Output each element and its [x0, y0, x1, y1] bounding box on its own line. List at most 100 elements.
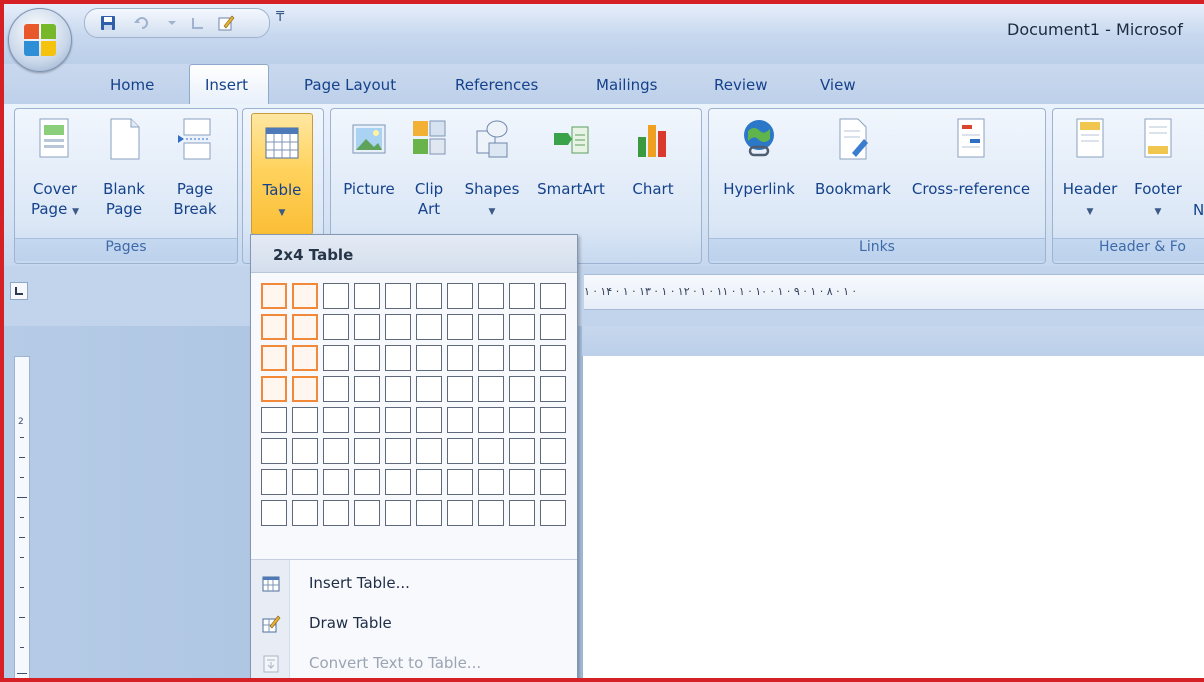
- tab-page-layout[interactable]: Page Layout: [304, 76, 396, 94]
- table-grid-cell[interactable]: [509, 283, 535, 309]
- table-grid-cell[interactable]: [478, 376, 504, 402]
- table-grid-cell[interactable]: [323, 345, 349, 371]
- table-grid-cell[interactable]: [447, 469, 473, 495]
- table-grid-cell[interactable]: [447, 376, 473, 402]
- blank-page-button[interactable]: Blank Page: [89, 109, 159, 237]
- table-grid-cell[interactable]: [447, 500, 473, 526]
- save-icon[interactable]: [99, 14, 117, 32]
- table-grid-cell[interactable]: [323, 469, 349, 495]
- undo-icon[interactable]: [133, 14, 151, 32]
- table-grid-cell[interactable]: [416, 314, 442, 340]
- draw-table-menu-item[interactable]: Draw Table: [251, 605, 577, 643]
- table-grid-cell[interactable]: [509, 314, 535, 340]
- tab-view[interactable]: View: [820, 76, 856, 94]
- table-grid-cell[interactable]: [509, 376, 535, 402]
- table-grid-cell[interactable]: [261, 500, 287, 526]
- table-grid-cell[interactable]: [323, 438, 349, 464]
- table-grid-cell[interactable]: [416, 283, 442, 309]
- table-grid-cell[interactable]: [416, 469, 442, 495]
- table-grid-cell[interactable]: [354, 407, 380, 433]
- table-grid-cell[interactable]: [478, 314, 504, 340]
- office-button[interactable]: [8, 8, 72, 72]
- table-grid-cell[interactable]: [261, 438, 287, 464]
- table-grid-cell[interactable]: [478, 283, 504, 309]
- vertical-ruler[interactable]: 2: [14, 356, 30, 678]
- table-grid-cell[interactable]: [354, 376, 380, 402]
- redo-icon[interactable]: [189, 14, 207, 32]
- table-grid-cell[interactable]: [540, 283, 566, 309]
- tab-selector-icon[interactable]: [10, 282, 28, 300]
- table-grid-cell[interactable]: [323, 500, 349, 526]
- table-grid-cell[interactable]: [354, 469, 380, 495]
- table-grid-cell[interactable]: [292, 469, 318, 495]
- table-grid-cell[interactable]: [292, 283, 318, 309]
- table-grid-cell[interactable]: [478, 500, 504, 526]
- table-grid-cell[interactable]: [447, 438, 473, 464]
- table-grid-cell[interactable]: [509, 500, 535, 526]
- table-grid-cell[interactable]: [261, 407, 287, 433]
- smartart-button[interactable]: SmartArt: [529, 109, 613, 237]
- table-grid-cell[interactable]: [385, 283, 411, 309]
- table-grid-cell[interactable]: [540, 345, 566, 371]
- hyperlink-button[interactable]: Hyperlink: [713, 109, 805, 237]
- table-grid-cell[interactable]: [540, 314, 566, 340]
- table-grid-cell[interactable]: [385, 376, 411, 402]
- table-grid-cell[interactable]: [509, 469, 535, 495]
- table-grid-cell[interactable]: [261, 376, 287, 402]
- table-grid-cell[interactable]: [292, 345, 318, 371]
- table-grid-cell[interactable]: [292, 438, 318, 464]
- table-grid-cell[interactable]: [292, 407, 318, 433]
- table-grid-cell[interactable]: [509, 345, 535, 371]
- insert-table-menu-item[interactable]: Insert Table...: [251, 565, 577, 603]
- table-grid-cell[interactable]: [354, 500, 380, 526]
- table-grid-cell[interactable]: [416, 500, 442, 526]
- table-grid-cell[interactable]: [354, 345, 380, 371]
- cover-page-button[interactable]: Cover Page ▼: [21, 109, 89, 237]
- cross-reference-button[interactable]: Cross-reference: [901, 109, 1041, 237]
- page-break-button[interactable]: Page Break: [159, 109, 231, 237]
- table-grid-cell[interactable]: [540, 469, 566, 495]
- customize-toolbar-icon[interactable]: ₸: [276, 10, 284, 25]
- table-grid-cell[interactable]: [447, 314, 473, 340]
- tab-mailings[interactable]: Mailings: [596, 76, 657, 94]
- table-grid-cell[interactable]: [292, 500, 318, 526]
- table-grid-cell[interactable]: [292, 376, 318, 402]
- table-grid-cell[interactable]: [447, 283, 473, 309]
- header-button[interactable]: Header ▼: [1057, 109, 1123, 237]
- table-grid-cell[interactable]: [478, 407, 504, 433]
- table-button[interactable]: Table ▼: [251, 113, 313, 235]
- tab-home[interactable]: Home: [110, 76, 154, 94]
- chart-button[interactable]: Chart: [617, 109, 689, 237]
- table-grid-cell[interactable]: [416, 376, 442, 402]
- table-grid-cell[interactable]: [540, 407, 566, 433]
- footer-button[interactable]: Footer ▼: [1125, 109, 1191, 237]
- table-grid-cell[interactable]: [540, 500, 566, 526]
- table-grid-cell[interactable]: [478, 438, 504, 464]
- table-grid-cell[interactable]: [323, 407, 349, 433]
- table-grid-cell[interactable]: [261, 469, 287, 495]
- table-grid-cell[interactable]: [509, 438, 535, 464]
- tab-references[interactable]: References: [455, 76, 538, 94]
- page-number-label-partial[interactable]: N: [1193, 201, 1204, 219]
- tab-insert[interactable]: Insert: [205, 76, 248, 94]
- horizontal-ruler[interactable]: ۱ · ۱۴ · ۱ · ۱۳ · ۱ · ۱۲ · ۱ · ۱۱ · ۱ · …: [584, 274, 1204, 310]
- dropdown-arrow-icon[interactable]: [163, 14, 181, 32]
- tab-review[interactable]: Review: [714, 76, 768, 94]
- table-grid-cell[interactable]: [385, 345, 411, 371]
- table-grid-cell[interactable]: [385, 407, 411, 433]
- table-grid-cell[interactable]: [447, 345, 473, 371]
- table-grid-cell[interactable]: [447, 407, 473, 433]
- table-grid-cell[interactable]: [323, 376, 349, 402]
- clip-art-button[interactable]: Clip Art: [403, 109, 455, 237]
- table-grid-cell[interactable]: [261, 283, 287, 309]
- table-grid-cell[interactable]: [323, 283, 349, 309]
- picture-button[interactable]: Picture: [337, 109, 401, 237]
- document-page[interactable]: [582, 356, 1204, 678]
- bookmark-button[interactable]: Bookmark: [807, 109, 899, 237]
- table-grid-cell[interactable]: [416, 345, 442, 371]
- table-grid-cell[interactable]: [540, 376, 566, 402]
- table-grid-cell[interactable]: [509, 407, 535, 433]
- table-grid-cell[interactable]: [354, 314, 380, 340]
- table-grid-cell[interactable]: [385, 469, 411, 495]
- table-grid-cell[interactable]: [261, 314, 287, 340]
